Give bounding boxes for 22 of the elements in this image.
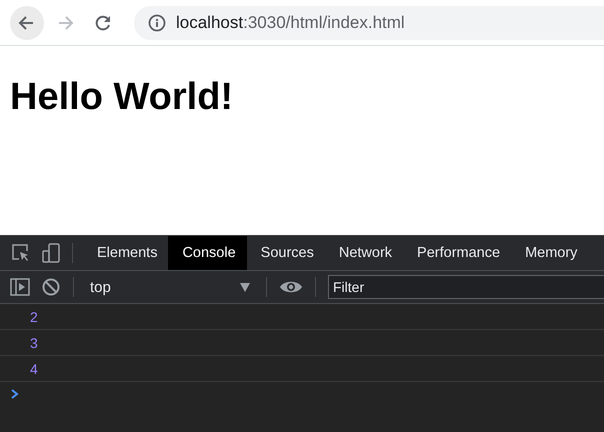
back-button[interactable] bbox=[10, 6, 44, 40]
dropdown-caret-icon bbox=[240, 282, 250, 292]
devtools-tab[interactable]: Console bbox=[168, 236, 247, 270]
context-dropdown[interactable]: top bbox=[86, 278, 254, 296]
url-host: localhost bbox=[176, 12, 244, 32]
url-path: :3030/html/index.html bbox=[243, 12, 405, 32]
sidebar-toggle-icon[interactable] bbox=[9, 276, 31, 298]
devtools-tab[interactable]: Sources bbox=[246, 236, 325, 270]
device-toolbar-icon[interactable] bbox=[40, 242, 62, 264]
address-bar[interactable]: localhost:3030/html/index.html bbox=[134, 6, 604, 40]
console-output: 2 bbox=[30, 308, 38, 324]
console-output: 4 bbox=[30, 360, 38, 376]
devtools-tab[interactable]: Elements bbox=[83, 236, 168, 270]
devtools-tab[interactable]: Network bbox=[324, 236, 404, 270]
devtools-tab[interactable]: Memory bbox=[511, 236, 588, 270]
info-icon bbox=[148, 14, 166, 32]
console-output: 3 bbox=[30, 334, 38, 350]
prompt-chevron-icon[interactable] bbox=[11, 389, 19, 399]
filter-field[interactable]: Filter bbox=[328, 275, 604, 299]
clear-console-icon[interactable] bbox=[41, 277, 61, 297]
devtools-tab[interactable]: Performance bbox=[403, 236, 512, 270]
page-heading: Hello World! bbox=[10, 76, 234, 119]
